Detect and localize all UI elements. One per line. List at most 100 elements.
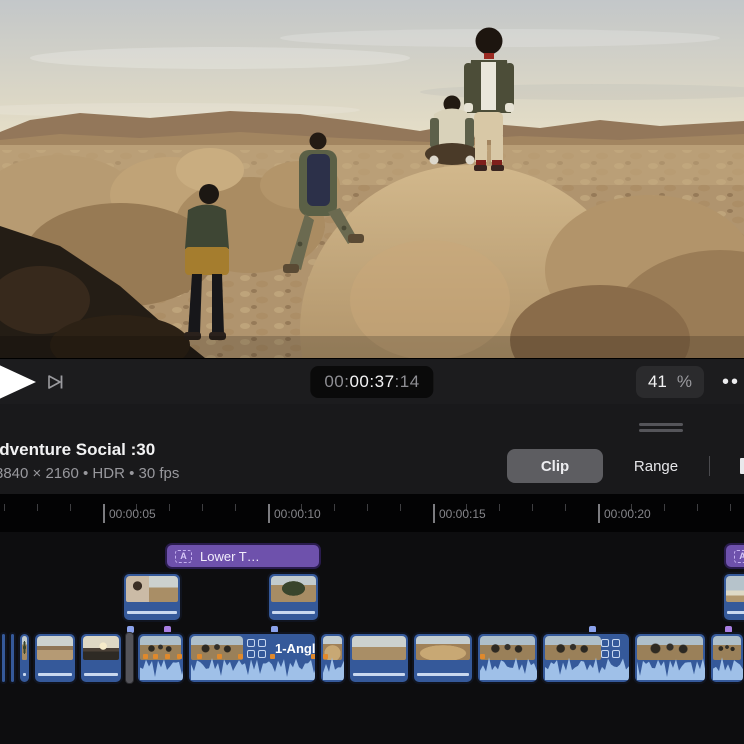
timecode-display[interactable]: 00:00:37:14 [310,366,433,398]
ruler-minor-tick [664,504,665,511]
ruler-minor-tick [37,504,38,511]
ruler-label: 00:00:05 [109,507,156,521]
multicam-clip[interactable] [541,632,631,684]
clip-stripe [23,673,26,676]
timeline-clip[interactable] [18,632,31,684]
clip-marker [153,654,158,659]
connected-clip[interactable] [122,572,182,622]
clip-marker [323,654,328,659]
audio-waveform [323,656,346,680]
zoom-level-button[interactable]: 41 % [636,366,704,398]
title-A-icon: A [734,550,744,563]
timeline-header-panel: Adventure Social :30 3840 × 2160 • HDR •… [0,404,744,494]
timecode-frames: :14 [395,372,420,392]
clip-thumbnail [352,636,406,660]
clip-stripe [353,673,405,676]
play-icon[interactable] [0,358,40,406]
video-viewer[interactable] [0,0,744,358]
timeline-clip[interactable] [709,632,744,684]
clip-stripe [727,611,744,614]
ruler-major-tick [433,504,435,523]
ruler-label: 00:00:10 [274,507,321,521]
timeline-ruler[interactable]: 00:00:05 00:00:10 00:00:15 00:00:20 [0,494,744,532]
timeline-clip[interactable] [412,632,474,684]
ruler-minor-tick [202,504,203,511]
project-title: Adventure Social :30 [0,440,155,460]
ruler-minor-tick [730,504,731,511]
timeline-clip[interactable] [319,632,346,684]
clip-thumbnail [37,636,73,660]
ruler-minor-tick [4,504,5,511]
segment-clip[interactable]: Clip [507,449,603,483]
more-options-icon[interactable]: •• [722,371,744,393]
percent-sign: % [677,372,692,392]
title-A-icon: A [175,550,192,563]
ruler-major-tick [103,504,105,523]
clip-stripe [127,611,177,614]
ruler-label: 00:00:15 [439,507,486,521]
audio-waveform [480,656,539,680]
timeline-clip[interactable] [633,632,707,684]
clip-marker [197,654,202,659]
clip-thumbnail [271,576,316,602]
ruler-minor-tick [400,504,401,511]
title-clip[interactable]: A Lower T… [165,543,321,569]
clip-thumbnail [416,636,470,660]
title-clip[interactable]: A [724,543,744,569]
clip-marker [177,654,182,659]
clip-marker [165,654,170,659]
clip-marker [311,654,316,659]
connected-clip[interactable] [722,572,744,622]
timeline-clip[interactable] [476,632,539,684]
transport-bar: 00:00:37:14 41 % •• [0,358,744,404]
clip-stripe [272,611,315,614]
timecode-hours: 00: [324,372,349,392]
ruler-minor-tick [235,504,236,511]
clip-marker [238,654,243,659]
timeline-clip[interactable] [79,632,123,684]
gap-clip[interactable] [125,632,134,684]
clip-marker [270,654,275,659]
segment-range[interactable]: Range [603,449,709,483]
segment-cropped[interactable] [710,449,744,483]
clip-thumbnail [726,576,744,602]
timeline-clip[interactable] [9,632,16,684]
clip-marker [217,654,222,659]
audio-waveform [140,656,185,680]
viewer-frame-desert-scene [0,0,744,358]
audio-waveform [713,656,744,680]
clip-marker [480,654,485,659]
connected-clip[interactable] [267,572,320,622]
timeline-clip[interactable] [0,632,7,684]
clip-stripe [38,673,72,676]
ruler-major-tick [598,504,600,523]
timeline-clip[interactable] [33,632,77,684]
clip-thumbnail [22,636,27,660]
title-clip-label: Lower T… [200,549,260,564]
ruler-minor-tick [532,504,533,511]
audio-waveform [545,656,631,680]
drag-handle[interactable] [639,423,683,435]
ruler-label: 00:00:20 [604,507,651,521]
ruler-minor-tick [334,504,335,511]
audio-waveform [191,656,317,680]
clip-thumbnail [126,576,178,602]
timeline-clip[interactable] [348,632,410,684]
ruler-minor-tick [169,504,170,511]
timeline-clip[interactable] [136,632,185,684]
timecode-main: 00:37 [349,372,394,392]
ruler-minor-tick [499,504,500,511]
ruler-minor-tick [367,504,368,511]
clip-stripe [84,673,118,676]
project-specs: 3840 × 2160 • HDR • 30 fps [0,465,179,482]
audio-waveform [637,656,707,680]
clip-thumbnail [83,636,119,660]
timeline-tracks[interactable]: A Lower T… A 1-Angl… [0,532,744,744]
skip-forward-icon[interactable] [46,372,66,392]
ruler-minor-tick [70,504,71,511]
zoom-value: 41 [648,372,667,392]
multicam-clip[interactable]: 1-Angl… [187,632,317,684]
clip-stripe [417,673,469,676]
clip-range-switch: Clip Range [507,449,744,483]
clip-marker [143,654,148,659]
